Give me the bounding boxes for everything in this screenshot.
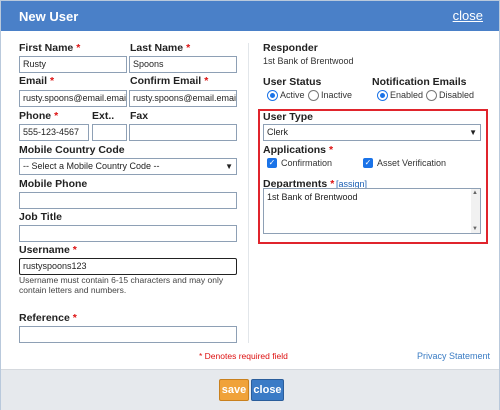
- asset-verification-checkbox[interactable]: ✓: [363, 158, 373, 168]
- username-hint-line-1: Username must contain 6-15 characters an…: [19, 275, 224, 285]
- applications-label: Applications *: [263, 144, 334, 156]
- user-type-select[interactable]: Clerk ▼: [263, 124, 481, 141]
- notification-enabled-radio[interactable]: [377, 90, 388, 101]
- notification-disabled-radio[interactable]: [426, 90, 437, 101]
- user-status-inactive-label: Inactive: [321, 90, 353, 100]
- username-label: Username *: [19, 244, 77, 256]
- dialog-close-link[interactable]: close: [453, 8, 483, 23]
- departments-textarea[interactable]: 1st Bank of Brentwood ▲ ▼: [263, 188, 481, 234]
- last-name-label: Last Name *: [130, 42, 191, 54]
- email-input[interactable]: rusty.spoons@email.email: [19, 90, 127, 107]
- confirmation-checkbox[interactable]: ✓: [267, 158, 277, 168]
- save-button[interactable]: save: [219, 379, 249, 401]
- user-status-inactive-radio[interactable]: [308, 90, 319, 101]
- ext-label: Ext..: [92, 110, 115, 122]
- user-type-label: User Type: [263, 111, 313, 123]
- first-name-label: First Name *: [19, 42, 81, 54]
- fax-input[interactable]: [129, 124, 237, 141]
- notification-enabled-label: Enabled: [390, 90, 424, 100]
- reference-label: Reference *: [19, 312, 77, 324]
- notification-emails-label: Notification Emails: [372, 76, 467, 88]
- first-name-input[interactable]: Rusty: [19, 56, 127, 73]
- mobile-phone-input[interactable]: [19, 192, 237, 209]
- phone-input[interactable]: 555-123-4567: [19, 124, 89, 141]
- phone-label: Phone *: [19, 110, 59, 122]
- mobile-country-code-select[interactable]: -- Select a Mobile Country Code -- ▼: [19, 158, 237, 175]
- ext-input[interactable]: [92, 124, 127, 141]
- confirmation-label: Confirmation: [281, 158, 333, 168]
- new-user-dialog: New User close First Name * Rusty Last Na…: [0, 0, 500, 410]
- check-icon: ✓: [364, 158, 372, 167]
- responder-value: 1st Bank of Brentwood: [263, 56, 354, 66]
- fax-label: Fax: [130, 110, 149, 122]
- departments-value: 1st Bank of Brentwood: [267, 192, 358, 202]
- email-label: Email *: [19, 75, 55, 87]
- check-icon: ✓: [268, 158, 276, 167]
- confirm-email-input[interactable]: rusty.spoons@email.email: [129, 90, 237, 107]
- scroll-up-icon[interactable]: ▲: [472, 190, 478, 196]
- reference-input[interactable]: [19, 326, 237, 343]
- dialog-footer: [1, 369, 499, 410]
- notification-disabled-label: Disabled: [439, 90, 475, 100]
- chevron-down-icon: ▼: [469, 128, 477, 137]
- chevron-down-icon: ▼: [225, 162, 233, 171]
- last-name-input[interactable]: Spoons: [129, 56, 237, 73]
- username-input[interactable]: rustyspoons123: [19, 258, 237, 275]
- column-divider: [248, 43, 249, 343]
- job-title-label: Job Title: [19, 211, 62, 223]
- mobile-phone-label: Mobile Phone: [19, 178, 88, 190]
- mobile-country-code-label: Mobile Country Code: [19, 144, 125, 156]
- departments-scrollbar[interactable]: ▲ ▼: [471, 189, 480, 233]
- username-hint-line-2: contain letters and numbers.: [19, 285, 127, 295]
- scroll-down-icon[interactable]: ▼: [472, 226, 478, 232]
- mobile-country-code-value: -- Select a Mobile Country Code --: [23, 161, 160, 171]
- privacy-statement-link[interactable]: Privacy Statement: [417, 351, 490, 361]
- close-button[interactable]: close: [251, 379, 284, 401]
- responder-label: Responder: [263, 42, 318, 54]
- user-status-active-radio[interactable]: [267, 90, 278, 101]
- user-type-value: Clerk: [267, 127, 289, 137]
- dialog-title: New User: [19, 9, 79, 24]
- user-status-active-label: Active: [280, 90, 305, 100]
- user-status-label: User Status: [263, 76, 322, 88]
- confirm-email-label: Confirm Email *: [130, 75, 209, 87]
- dialog-titlebar: New User close: [1, 1, 499, 31]
- required-field-note: * Denotes required field: [199, 351, 288, 361]
- job-title-input[interactable]: [19, 225, 237, 242]
- asset-verification-label: Asset Verification: [377, 158, 447, 168]
